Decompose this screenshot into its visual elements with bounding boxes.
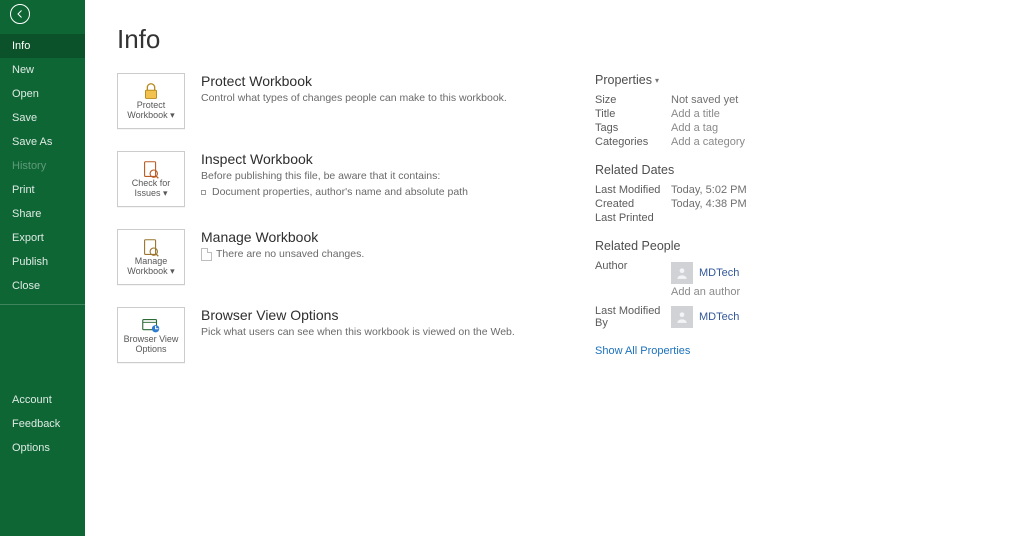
inspect-workbook-heading: Inspect Workbook bbox=[201, 151, 468, 167]
nav-item-close[interactable]: Close bbox=[0, 274, 85, 298]
nav-item-history: History bbox=[0, 154, 85, 178]
last-modified-value: Today, 5:02 PM bbox=[671, 184, 747, 196]
browser-view-options-desc: Pick what users can see when this workbo… bbox=[201, 325, 515, 339]
prop-categories-label: Categories bbox=[595, 136, 671, 148]
nav-list-footer: Account Feedback Options bbox=[0, 388, 85, 460]
nav-item-export[interactable]: Export bbox=[0, 226, 85, 250]
prop-title-label: Title bbox=[595, 108, 671, 120]
inspect-workbook-block: Check for Issues ▾ Inspect Workbook Befo… bbox=[117, 151, 547, 207]
nav-list-primary: Info New Open Save Save As History Print… bbox=[0, 34, 85, 298]
properties-heading[interactable]: Properties▾ bbox=[595, 73, 992, 87]
related-people-heading: Related People bbox=[595, 239, 992, 253]
nav-item-account[interactable]: Account bbox=[0, 388, 85, 412]
browser-view-options-heading: Browser View Options bbox=[201, 307, 515, 323]
prop-categories-value[interactable]: Add a category bbox=[671, 136, 745, 148]
manage-workbook-button[interactable]: Manage Workbook ▾ bbox=[117, 229, 185, 285]
avatar-icon bbox=[671, 262, 693, 284]
manage-icon bbox=[140, 237, 162, 255]
info-actions-column: Protect Workbook ▾ Protect Workbook Cont… bbox=[117, 73, 547, 363]
nav-item-options[interactable]: Options bbox=[0, 436, 85, 460]
back-arrow-icon bbox=[10, 4, 30, 24]
last-printed-label: Last Printed bbox=[595, 212, 671, 224]
inspect-workbook-desc: Before publishing this file, be aware th… bbox=[201, 169, 468, 183]
protect-workbook-heading: Protect Workbook bbox=[201, 73, 507, 89]
manage-workbook-desc: There are no unsaved changes. bbox=[216, 248, 364, 260]
check-for-issues-button[interactable]: Check for Issues ▾ bbox=[117, 151, 185, 207]
last-modified-label: Last Modified bbox=[595, 184, 671, 196]
prop-tags-label: Tags bbox=[595, 122, 671, 134]
chevron-down-icon: ▾ bbox=[655, 76, 659, 85]
properties-panel: Properties▾ SizeNot saved yet TitleAdd a… bbox=[595, 73, 992, 357]
prop-title-value[interactable]: Add a title bbox=[671, 108, 720, 120]
created-value: Today, 4:38 PM bbox=[671, 198, 747, 210]
nav-divider bbox=[0, 304, 85, 305]
related-dates-heading: Related Dates bbox=[595, 163, 992, 177]
browser-view-options-button-label: Browser View Options bbox=[120, 335, 182, 355]
author-name[interactable]: MDTech bbox=[699, 267, 739, 279]
avatar-icon bbox=[671, 306, 693, 328]
nav-item-feedback[interactable]: Feedback bbox=[0, 412, 85, 436]
prop-size-value: Not saved yet bbox=[671, 94, 738, 106]
manage-workbook-button-label: Manage Workbook bbox=[127, 256, 167, 276]
manage-workbook-block: Manage Workbook ▾ Manage Workbook There … bbox=[117, 229, 547, 285]
inspect-icon bbox=[140, 159, 162, 177]
bullet-icon bbox=[201, 190, 206, 195]
browser-view-icon bbox=[140, 315, 162, 333]
last-modified-by-label: Last Modified By bbox=[595, 305, 671, 329]
created-label: Created bbox=[595, 198, 671, 210]
nav-item-open[interactable]: Open bbox=[0, 82, 85, 106]
browser-view-options-block: Browser View Options Browser View Option… bbox=[117, 307, 547, 363]
chevron-down-icon: ▾ bbox=[168, 266, 175, 276]
author-label: Author bbox=[595, 260, 671, 272]
protect-workbook-button-label: Protect Workbook bbox=[127, 100, 167, 120]
nav-item-save[interactable]: Save bbox=[0, 106, 85, 130]
back-button[interactable] bbox=[0, 0, 85, 28]
chevron-down-icon: ▾ bbox=[168, 110, 175, 120]
nav-item-publish[interactable]: Publish bbox=[0, 250, 85, 274]
add-author-link[interactable]: Add an author bbox=[671, 286, 740, 298]
protect-workbook-desc: Control what types of changes people can… bbox=[201, 91, 507, 105]
chevron-down-icon: ▾ bbox=[160, 188, 167, 198]
nav-item-share[interactable]: Share bbox=[0, 202, 85, 226]
backstage-sidebar: Info New Open Save Save As History Print… bbox=[0, 0, 85, 536]
show-all-properties-link[interactable]: Show All Properties bbox=[595, 345, 690, 357]
inspect-bullet-1: Document properties, author's name and a… bbox=[212, 186, 468, 198]
manage-workbook-heading: Manage Workbook bbox=[201, 229, 364, 245]
nav-item-new[interactable]: New bbox=[0, 58, 85, 82]
backstage-main: Info Protect Workbook ▾ Protect Workbook… bbox=[85, 0, 1024, 536]
lock-icon bbox=[140, 81, 162, 99]
nav-item-print[interactable]: Print bbox=[0, 178, 85, 202]
document-icon bbox=[201, 248, 212, 261]
nav-item-save-as[interactable]: Save As bbox=[0, 130, 85, 154]
protect-workbook-button[interactable]: Protect Workbook ▾ bbox=[117, 73, 185, 129]
page-title: Info bbox=[117, 24, 992, 55]
nav-item-info[interactable]: Info bbox=[0, 34, 85, 58]
prop-tags-value[interactable]: Add a tag bbox=[671, 122, 718, 134]
last-modified-by-name[interactable]: MDTech bbox=[699, 311, 739, 323]
inspect-bullet-list: Document properties, author's name and a… bbox=[201, 186, 468, 198]
browser-view-options-button[interactable]: Browser View Options bbox=[117, 307, 185, 363]
prop-size-label: Size bbox=[595, 94, 671, 106]
protect-workbook-block: Protect Workbook ▾ Protect Workbook Cont… bbox=[117, 73, 547, 129]
